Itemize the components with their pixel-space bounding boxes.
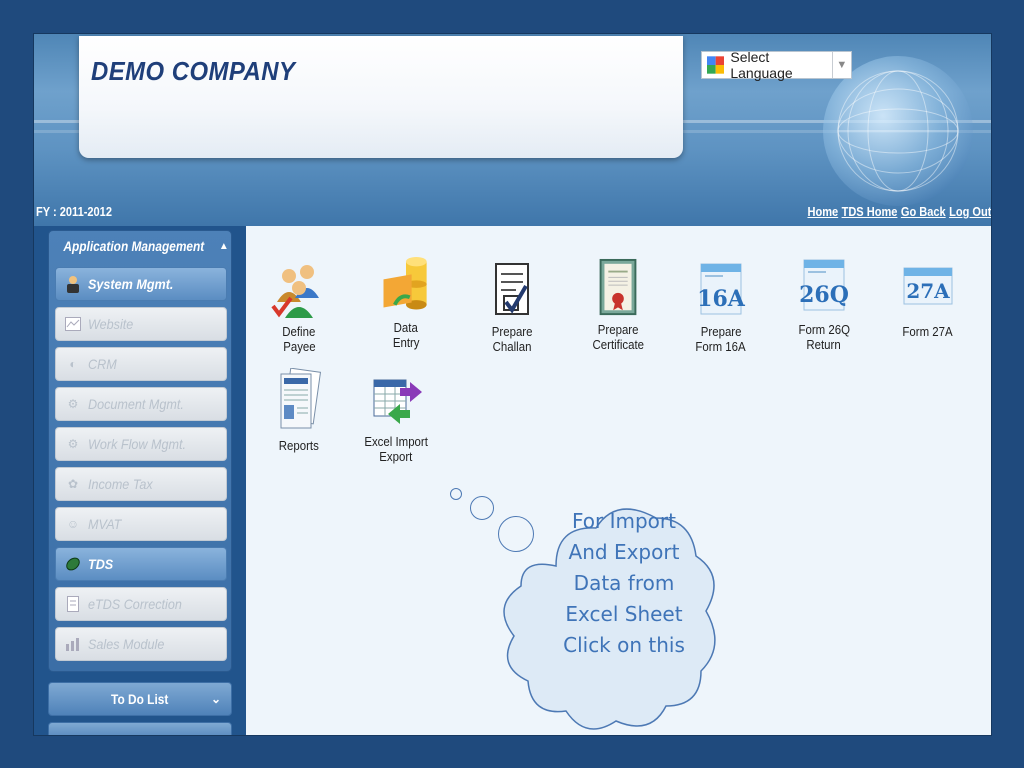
- tile-label: Form 27A: [902, 324, 954, 339]
- sidebar-item-income-tax[interactable]: ✿ Income Tax: [55, 467, 227, 501]
- home-link[interactable]: Home: [807, 204, 838, 219]
- tile-label: Excel Import: [364, 434, 428, 449]
- chevron-down-icon[interactable]: ▼: [831, 52, 851, 78]
- tile-label: Challan: [492, 339, 532, 354]
- google-translate-icon: [707, 56, 725, 74]
- sidebar-item-document-mgmt[interactable]: ⚙ Document Mgmt.: [55, 387, 227, 421]
- log-out-link[interactable]: Log Out: [949, 204, 991, 219]
- sidebar-item-label: MVAT: [88, 516, 122, 532]
- top-nav-links: Home TDS Home Go Back Log Out: [807, 204, 991, 219]
- todo-list-label: To Do List: [111, 691, 169, 707]
- form-16a-icon: 16A: [697, 263, 746, 315]
- sidebar-item-etds-correction[interactable]: eTDS Correction: [55, 587, 227, 621]
- tds-home-link[interactable]: TDS Home: [841, 204, 897, 219]
- form-badge: 26Q: [799, 282, 849, 308]
- chevron-up-icon: ▲: [218, 240, 229, 252]
- crm-icon: ◐: [69, 357, 77, 371]
- language-select[interactable]: Select Language ▼: [701, 49, 852, 81]
- form-27a-icon: 27A: [903, 267, 953, 305]
- income-tax-icon: ✿: [67, 477, 79, 491]
- sidebar-item-label: Sales Module: [88, 636, 165, 652]
- app-frame: DEMO COMPANY Select Language ▼ FY : 2011…: [33, 33, 992, 736]
- form-26q-icon: 26Q: [799, 259, 849, 311]
- reports-tile[interactable]: Reports: [249, 368, 349, 453]
- sidebar-item-label: Document Mgmt.: [88, 396, 184, 412]
- tds-icon: [64, 555, 82, 573]
- sidebar-item-sales-module[interactable]: Sales Module: [55, 627, 227, 661]
- etds-icon: [64, 595, 82, 613]
- callout-line: And Export: [568, 540, 680, 564]
- callout-line: Excel Sheet: [565, 602, 683, 626]
- sidebar-item-label: eTDS Correction: [88, 596, 182, 612]
- callout-line: Click on this: [563, 633, 685, 657]
- fiscal-year-label: FY : 2011-2012: [36, 204, 112, 219]
- form-badge: 27A: [906, 279, 950, 303]
- callout-bubble-small: [450, 488, 462, 500]
- sidebar-item-label: TDS: [88, 556, 114, 572]
- sidebar-item-workflow-mgmt[interactable]: ⚙ Work Flow Mgmt.: [55, 427, 227, 461]
- sidebar-item-system-mgmt[interactable]: System Mgmt.: [55, 267, 227, 301]
- sidebar: Application Management ▲ System Mgmt. We…: [34, 226, 246, 735]
- tile-label: Prepare: [491, 324, 533, 339]
- mvat-icon: ☺: [66, 517, 80, 531]
- company-name: DEMO COMPANY: [91, 56, 296, 86]
- header: DEMO COMPANY Select Language ▼ FY : 2011…: [34, 34, 991, 226]
- sidebar-item-mvat[interactable]: ☺ MVAT: [55, 507, 227, 541]
- logo-panel: DEMO COMPANY: [79, 36, 683, 158]
- sidebar-item-label: System Mgmt.: [88, 276, 174, 292]
- tile-label: Form 26Q: [798, 322, 850, 337]
- sales-icon: [64, 635, 82, 653]
- excel-import-export-tile[interactable]: Excel Import Export: [346, 374, 446, 464]
- prepare-certificate-tile[interactable]: Prepare Certificate: [568, 258, 668, 352]
- define-payee-tile[interactable]: Define Payee: [249, 260, 349, 354]
- checklist-icon: [495, 263, 529, 315]
- sidebar-item-label: Work Flow Mgmt.: [88, 436, 187, 452]
- certificate-icon: [599, 258, 637, 316]
- sidebar-item-label: Income Tax: [88, 476, 153, 492]
- prepare-challan-tile[interactable]: Prepare Challan: [462, 260, 562, 354]
- sidebar-item-website[interactable]: Website: [55, 307, 227, 341]
- tile-label: Payee: [282, 339, 316, 354]
- tile-label: Certificate: [592, 337, 644, 352]
- sidebar-item-label: Website: [88, 316, 134, 332]
- todo-list-button[interactable]: To Do List ⌄: [48, 682, 232, 716]
- prepare-form-16a-tile[interactable]: 16A Prepare Form 16A: [671, 260, 771, 354]
- database-icon: [383, 256, 427, 310]
- language-select-label: Select Language: [730, 49, 793, 81]
- sidebar-item-crm[interactable]: ◐ CRM: [55, 347, 227, 381]
- tile-label: Form 16A: [695, 339, 747, 354]
- sidebar-item-label: CRM: [88, 356, 117, 372]
- callout-text: For Import And Export Data from Excel Sh…: [524, 506, 724, 661]
- excel-import-export-icon: [373, 379, 422, 424]
- form-26q-return-tile[interactable]: 26Q Form 26Q Return: [774, 258, 874, 352]
- form-badge: 16A: [697, 286, 746, 312]
- reports-icon: [280, 368, 322, 429]
- callout-line: For Import: [572, 509, 676, 533]
- document-icon: ⚙: [67, 397, 79, 411]
- chevron-down-icon: ⌄: [210, 692, 221, 706]
- tile-label: Entry: [392, 335, 420, 350]
- collapsed-panel[interactable]: [48, 722, 232, 735]
- application-management-title: Application Management: [63, 238, 205, 254]
- tile-label: Export: [379, 449, 413, 464]
- application-management-header[interactable]: Application Management ▲: [49, 231, 231, 261]
- tile-label: Data: [393, 320, 419, 335]
- user-icon: [64, 275, 82, 293]
- data-entry-tile[interactable]: Data Entry: [356, 256, 456, 350]
- tile-label: Define: [282, 324, 316, 339]
- tile-label: Return: [806, 337, 842, 352]
- tile-label: Reports: [278, 438, 320, 453]
- go-back-link[interactable]: Go Back: [900, 204, 945, 219]
- people-icon: [271, 265, 319, 318]
- callout-line: Data from: [573, 571, 675, 595]
- tile-label: Prepare: [700, 324, 742, 339]
- website-icon: [64, 315, 82, 333]
- main-content: Define Payee Data Entry Prepare Challan …: [246, 226, 991, 735]
- tile-label: Prepare: [597, 322, 639, 337]
- sidebar-item-tds[interactable]: TDS: [55, 547, 227, 581]
- application-management-panel: Application Management ▲ System Mgmt. We…: [48, 230, 232, 672]
- workflow-icon: ⚙: [67, 437, 79, 451]
- form-27a-tile[interactable]: 27A Form 27A: [878, 264, 978, 339]
